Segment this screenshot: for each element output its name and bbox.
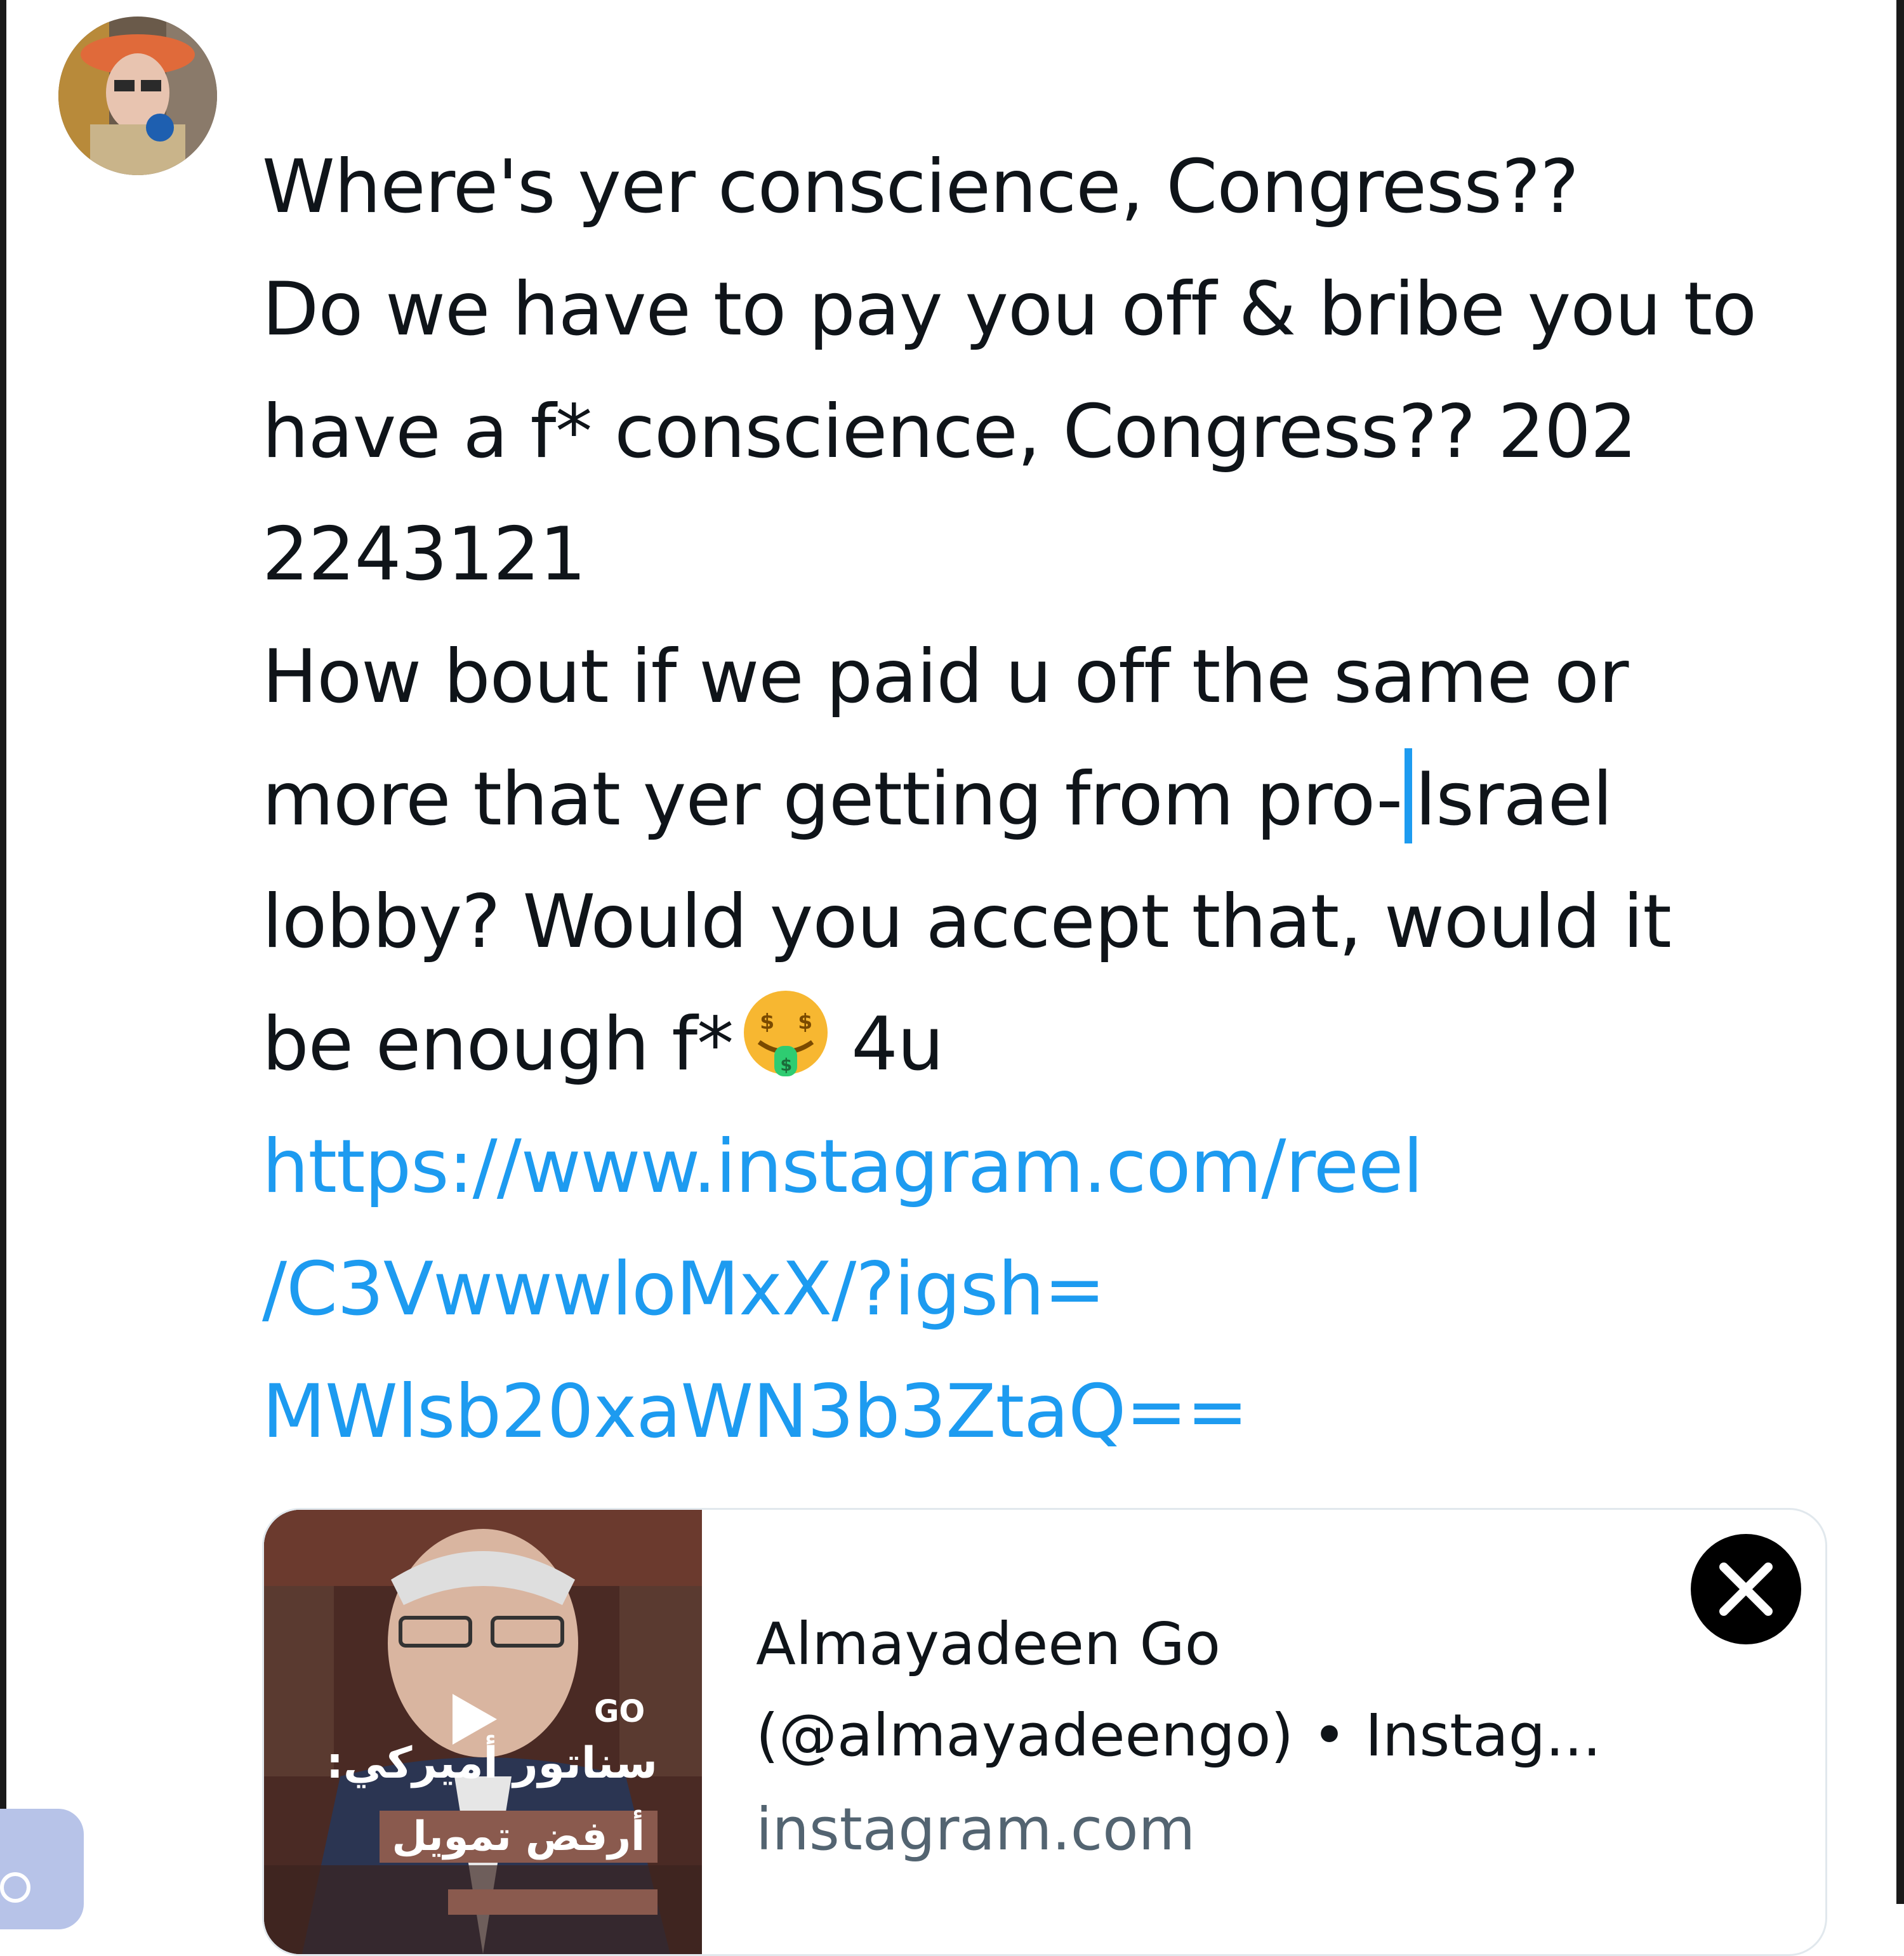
tab-icon	[0, 1872, 30, 1903]
thumbnail-caption-line-1: سناتور أميركي:	[326, 1738, 658, 1788]
svg-text:$: $	[760, 1009, 773, 1034]
money-mouth-face-icon: $ $ $	[738, 987, 833, 1082]
link-preview-thumbnail: GO سناتور أميركي: أرفض تمويل	[264, 1510, 702, 1954]
screen-edge-left	[0, 0, 6, 1904]
floating-action-tab[interactable]	[0, 1809, 84, 1929]
post-text-part-3: 4u	[851, 1001, 944, 1087]
avatar[interactable]	[58, 17, 217, 175]
post-text: Where's yer conscience, Congress?? Do we…	[262, 126, 1861, 1106]
svg-text:$: $	[798, 1009, 811, 1034]
screen-edge-right	[1896, 0, 1904, 1904]
thumbnail-caption-line-2: أرفض تمويل	[379, 1811, 658, 1863]
instagram-reel-link[interactable]: https://www.instagram.com/reel /C3Vwwwlo…	[262, 1106, 1861, 1473]
post-text-part-1: Where's yer conscience, Congress?? Do we…	[262, 144, 1757, 842]
thumbnail-badge: GO	[594, 1694, 645, 1729]
avatar-image	[58, 17, 217, 175]
svg-text:$: $	[780, 1055, 791, 1075]
link-preview-title: Almayadeen Go (@almayadeengo) • Instag..…	[756, 1610, 1601, 1769]
remove-link-preview-button[interactable]	[1691, 1534, 1801, 1644]
close-icon	[1719, 1563, 1773, 1616]
text-cursor	[1405, 748, 1413, 843]
link-preview-card[interactable]: GO سناتور أميركي: أرفض تمويل Almayadeen …	[262, 1508, 1827, 1956]
thumbnail-caption-line-3	[448, 1889, 658, 1915]
link-preview-domain: instagram.com	[756, 1795, 1196, 1863]
